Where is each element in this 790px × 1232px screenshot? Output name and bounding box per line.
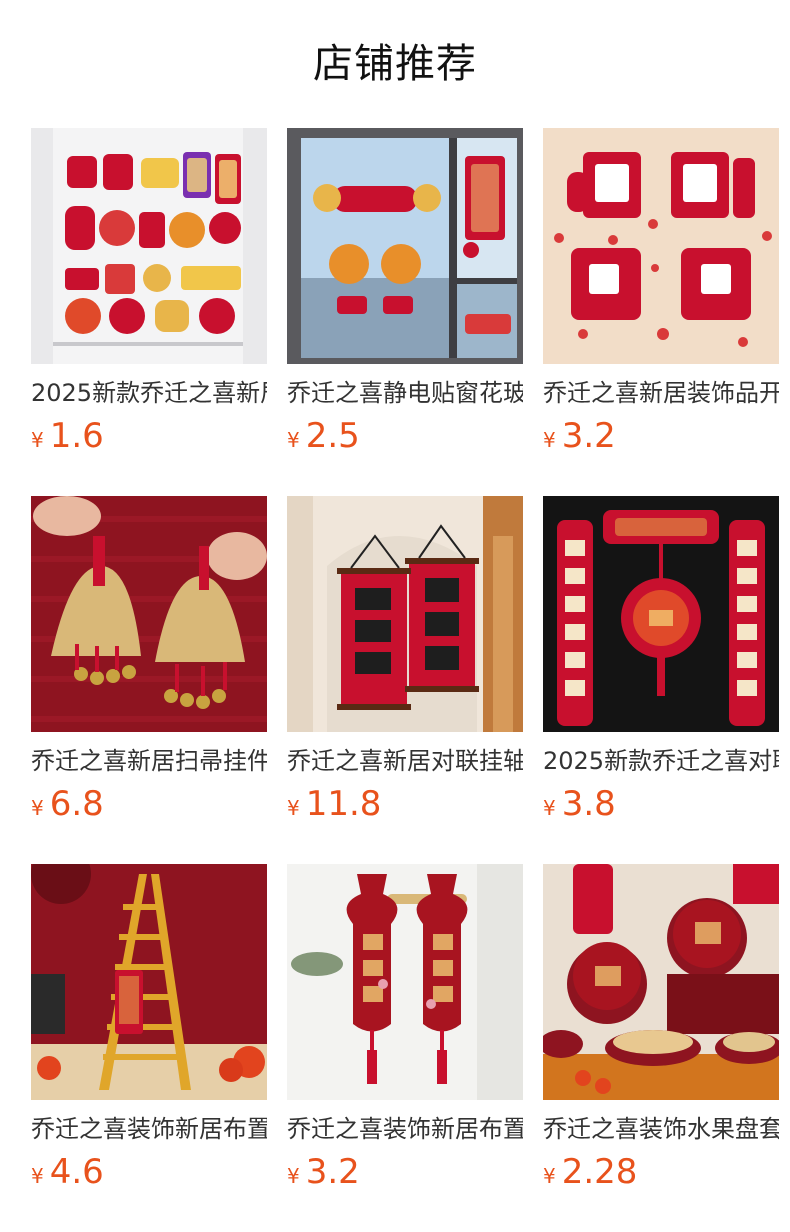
currency-symbol: ¥ bbox=[31, 428, 44, 452]
price-value: 6.8 bbox=[49, 784, 104, 824]
fridge-magnet-image bbox=[31, 128, 267, 364]
product-image[interactable] bbox=[31, 864, 267, 1100]
product-name[interactable]: 2025新款乔迁之喜对联套装 bbox=[543, 744, 779, 778]
product-name[interactable]: 乔迁之喜静电贴窗花玻璃贴 bbox=[287, 376, 523, 410]
product-card[interactable]: 乔迁之喜新居对联挂轴 ¥11.8 bbox=[287, 496, 523, 832]
product-image[interactable] bbox=[31, 496, 267, 732]
product-card[interactable]: 乔迁之喜装饰新居布置门挂 ¥3.2 bbox=[287, 864, 523, 1200]
currency-symbol: ¥ bbox=[543, 428, 556, 452]
product-name[interactable]: 乔迁之喜新居装饰品开关贴 bbox=[543, 376, 779, 410]
currency-symbol: ¥ bbox=[287, 796, 300, 820]
golden-ladder-image bbox=[31, 864, 267, 1100]
product-image[interactable] bbox=[287, 864, 523, 1100]
product-image[interactable] bbox=[543, 128, 779, 364]
product-card[interactable]: 2025新款乔迁之喜对联套装 ¥3.8 bbox=[543, 496, 779, 832]
product-grid: 2025新款乔迁之喜新居冰箱贴 ¥1.6 bbox=[31, 128, 779, 1200]
product-card[interactable]: 乔迁之喜装饰水果盘套装 ¥2.28 bbox=[543, 864, 779, 1200]
couplet-scroll-image bbox=[287, 496, 523, 732]
product-price: ¥3.2 bbox=[543, 416, 779, 456]
currency-symbol: ¥ bbox=[543, 796, 556, 820]
price-value: 3.8 bbox=[561, 784, 616, 824]
price-value: 3.2 bbox=[561, 416, 616, 456]
product-card[interactable]: 乔迁之喜新居装饰品开关贴 ¥3.2 bbox=[543, 128, 779, 464]
window-sticker-image bbox=[287, 128, 523, 364]
product-name[interactable]: 乔迁之喜装饰新居布置门挂 bbox=[287, 1112, 523, 1146]
product-price: ¥4.6 bbox=[31, 1152, 267, 1192]
product-name[interactable]: 乔迁之喜装饰水果盘套装 bbox=[543, 1112, 779, 1146]
currency-symbol: ¥ bbox=[543, 1164, 556, 1188]
product-image[interactable] bbox=[287, 496, 523, 732]
price-value: 1.6 bbox=[49, 416, 104, 456]
product-price: ¥2.5 bbox=[287, 416, 523, 456]
product-card[interactable]: 乔迁之喜装饰新居布置梯子 ¥4.6 bbox=[31, 864, 267, 1200]
product-name[interactable]: 2025新款乔迁之喜新居冰箱贴 bbox=[31, 376, 267, 410]
currency-symbol: ¥ bbox=[31, 1164, 44, 1188]
product-price: ¥6.8 bbox=[31, 784, 267, 824]
product-card[interactable]: 乔迁之喜新居扫帚挂件 ¥6.8 bbox=[31, 496, 267, 832]
product-image[interactable] bbox=[543, 496, 779, 732]
product-price: ¥3.2 bbox=[287, 1152, 523, 1192]
fruit-plate-image bbox=[543, 864, 779, 1100]
product-card[interactable]: 乔迁之喜静电贴窗花玻璃贴 ¥2.5 bbox=[287, 128, 523, 464]
door-couplet-image bbox=[543, 496, 779, 732]
door-hanging-image bbox=[287, 864, 523, 1100]
product-name[interactable]: 乔迁之喜新居对联挂轴 bbox=[287, 744, 523, 778]
price-value: 11.8 bbox=[305, 784, 382, 824]
product-card[interactable]: 2025新款乔迁之喜新居冰箱贴 ¥1.6 bbox=[31, 128, 267, 464]
product-name[interactable]: 乔迁之喜新居扫帚挂件 bbox=[31, 744, 267, 778]
price-value: 2.28 bbox=[561, 1152, 638, 1192]
product-image[interactable] bbox=[543, 864, 779, 1100]
product-image[interactable] bbox=[31, 128, 267, 364]
product-name[interactable]: 乔迁之喜装饰新居布置梯子 bbox=[31, 1112, 267, 1146]
price-value: 4.6 bbox=[49, 1152, 104, 1192]
currency-symbol: ¥ bbox=[287, 428, 300, 452]
product-price: ¥11.8 bbox=[287, 784, 523, 824]
currency-symbol: ¥ bbox=[287, 1164, 300, 1188]
product-price: ¥2.28 bbox=[543, 1152, 779, 1192]
product-image[interactable] bbox=[287, 128, 523, 364]
currency-symbol: ¥ bbox=[31, 796, 44, 820]
price-value: 2.5 bbox=[305, 416, 360, 456]
product-price: ¥1.6 bbox=[31, 416, 267, 456]
switch-sticker-image bbox=[543, 128, 779, 364]
price-value: 3.2 bbox=[305, 1152, 360, 1192]
product-price: ¥3.8 bbox=[543, 784, 779, 824]
page-title: 店铺推荐 bbox=[313, 41, 477, 87]
broom-pendant-image bbox=[31, 496, 267, 732]
